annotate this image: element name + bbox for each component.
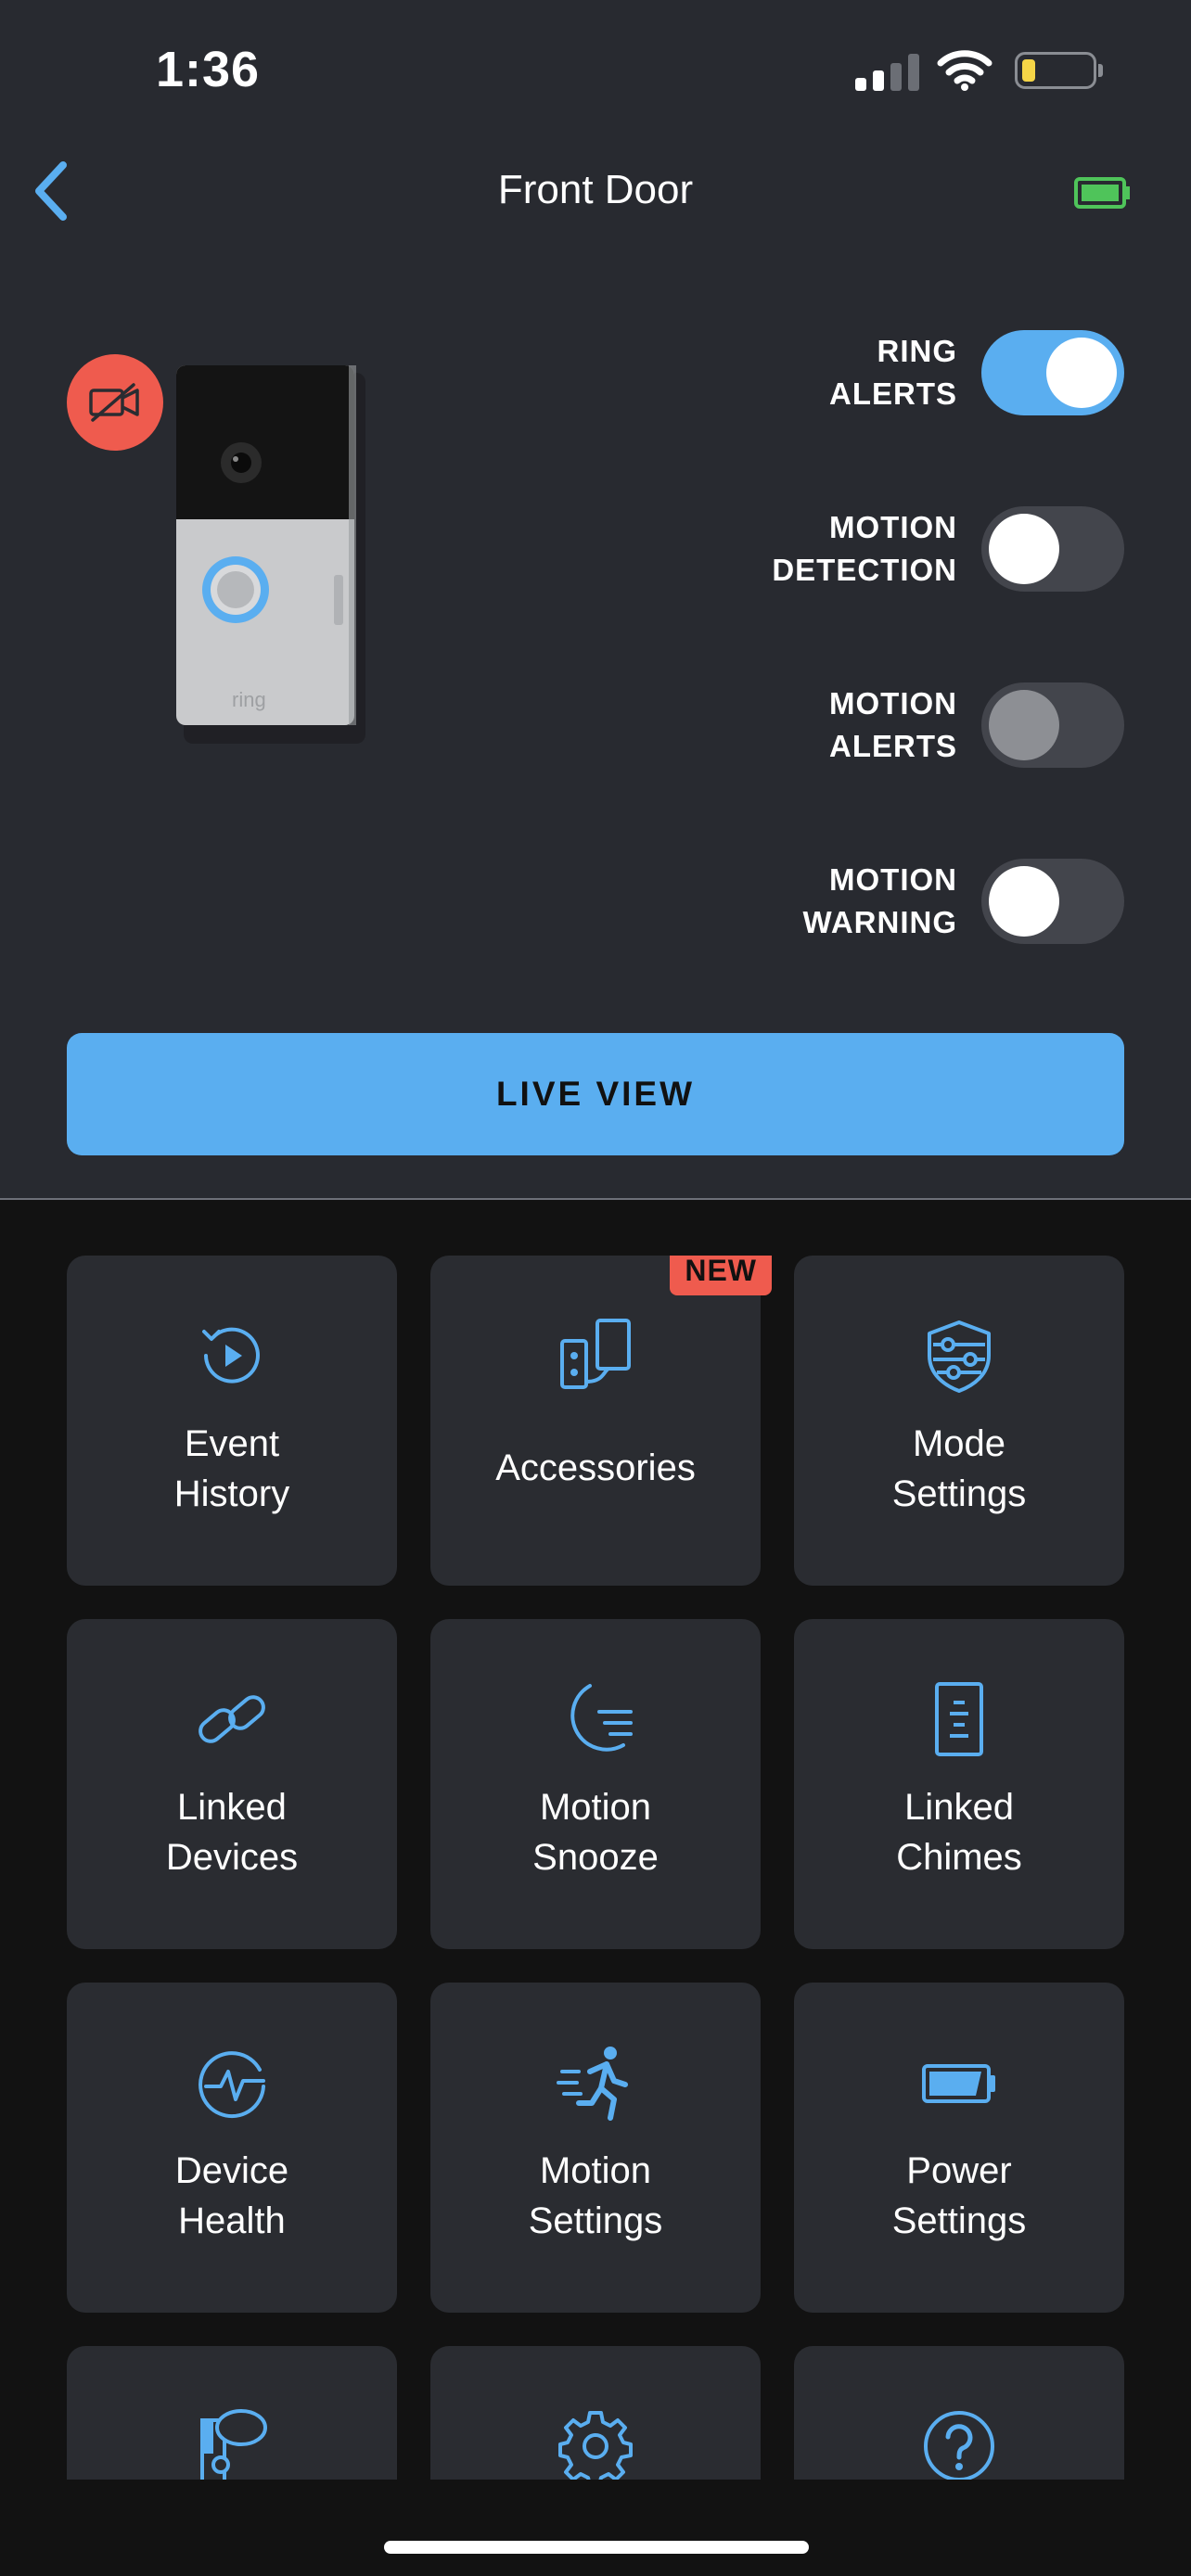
svg-text:ring: ring bbox=[232, 688, 266, 711]
tile-linked-devices[interactable]: Linked Devices bbox=[67, 1619, 397, 1949]
tile-community[interactable] bbox=[67, 2346, 397, 2480]
tile-label: Device Health bbox=[174, 2150, 289, 2241]
tile-device-health[interactable]: Device Health bbox=[67, 1983, 397, 2313]
tile-label: Linked Devices bbox=[165, 1787, 299, 1878]
motion-alerts-row: MOTION ALERTS bbox=[829, 682, 1124, 768]
tile-help[interactable] bbox=[794, 2346, 1124, 2480]
tile-mode-settings[interactable]: Mode Settings bbox=[794, 1256, 1124, 1586]
motion-warning-row: MOTION WARNING bbox=[802, 859, 1124, 944]
tile-accessories[interactable]: NEW Accessories bbox=[430, 1256, 772, 1586]
event-history-icon bbox=[202, 1327, 260, 1384]
settings-grid: Event History NEW Accessories Mode Setti… bbox=[67, 1256, 1124, 2480]
tile-motion-settings[interactable]: Motion Settings bbox=[430, 1983, 761, 2313]
camera-off-icon[interactable] bbox=[67, 354, 163, 451]
mode-settings-icon bbox=[928, 1320, 991, 1393]
device-health-icon bbox=[198, 2051, 265, 2119]
doorbell-device-image: ring bbox=[176, 365, 365, 744]
motion-detection-toggle[interactable] bbox=[981, 506, 1124, 592]
tile-label: Power Settings bbox=[891, 2150, 1027, 2241]
cellular-signal-icon bbox=[855, 52, 919, 91]
status-time: 1:36 bbox=[156, 42, 261, 97]
tile-label: Motion Settings bbox=[528, 2150, 663, 2241]
motion-detection-label: MOTION DETECTION bbox=[772, 510, 957, 587]
running-person-icon bbox=[557, 2047, 628, 2121]
page-title: Front Door bbox=[497, 167, 694, 212]
section-divider bbox=[0, 1198, 1191, 1200]
ring-alerts-row: RING ALERTS bbox=[829, 330, 1124, 415]
tile-label: Event History bbox=[173, 1423, 290, 1514]
motion-alerts-toggle[interactable] bbox=[981, 682, 1124, 768]
wifi-icon bbox=[937, 50, 992, 91]
tile-label: Motion Snooze bbox=[532, 1787, 659, 1878]
phone-battery-icon bbox=[1015, 52, 1096, 89]
new-badge: NEW bbox=[670, 1256, 772, 1295]
ring-alerts-toggle[interactable] bbox=[981, 330, 1124, 415]
motion-warning-toggle[interactable] bbox=[981, 859, 1124, 944]
tile-event-history[interactable]: Event History bbox=[67, 1256, 397, 1586]
tile-motion-snooze[interactable]: Motion Snooze bbox=[430, 1619, 761, 1949]
device-battery-icon[interactable] bbox=[1074, 177, 1132, 209]
moon-icon bbox=[570, 1684, 633, 1752]
gear-icon bbox=[558, 2411, 633, 2480]
ring-alerts-label: RING ALERTS bbox=[829, 334, 957, 411]
accessories-icon bbox=[560, 1319, 631, 1389]
phone-battery-cap bbox=[1098, 64, 1103, 77]
battery-icon bbox=[922, 2064, 995, 2103]
help-icon bbox=[924, 2411, 994, 2480]
motion-alerts-label: MOTION ALERTS bbox=[829, 686, 957, 763]
tile-label: Linked Chimes bbox=[896, 1787, 1022, 1878]
home-indicator[interactable] bbox=[384, 2541, 809, 2554]
tile-settings[interactable] bbox=[430, 2346, 761, 2480]
back-chevron-icon[interactable] bbox=[32, 159, 70, 223]
community-icon bbox=[200, 2409, 267, 2480]
tile-label: Accessories bbox=[495, 1447, 696, 1488]
tile-label: Mode Settings bbox=[891, 1423, 1027, 1514]
motion-warning-label: MOTION WARNING bbox=[802, 862, 957, 939]
live-view-button[interactable]: LIVE VIEW bbox=[67, 1033, 1124, 1155]
tile-linked-chimes[interactable]: Linked Chimes bbox=[794, 1619, 1124, 1949]
tile-power-settings[interactable]: Power Settings bbox=[794, 1983, 1124, 2313]
motion-detection-row: MOTION DETECTION bbox=[772, 506, 1124, 592]
chime-icon bbox=[935, 1682, 983, 1756]
link-icon bbox=[198, 1695, 265, 1743]
